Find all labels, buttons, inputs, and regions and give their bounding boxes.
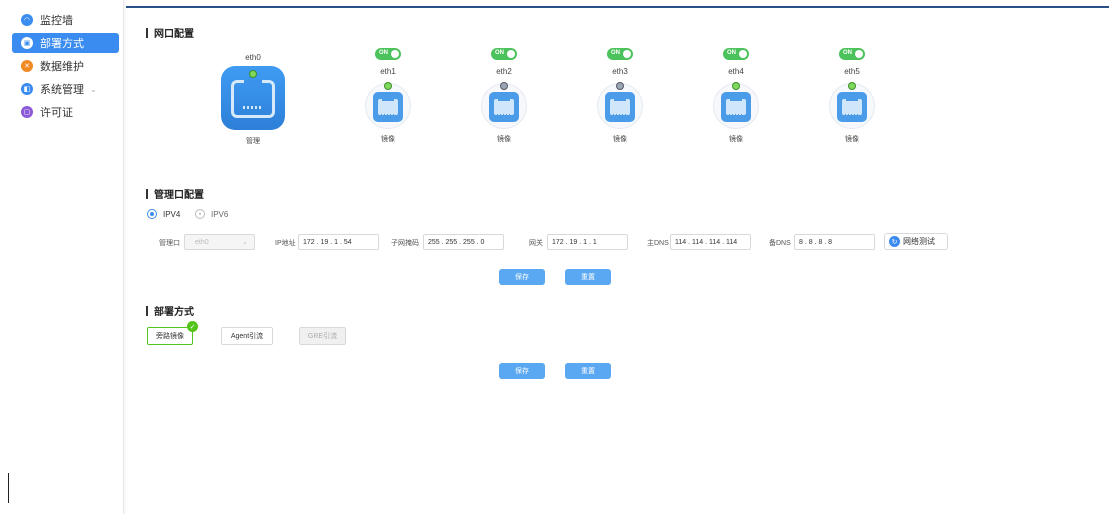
sidebar-item-label: 部署方式 <box>40 38 84 50</box>
deploy-save-button[interactable]: 保存 <box>499 363 545 379</box>
port-name-eth2: eth2 <box>496 67 512 76</box>
network-section-title: 网口配置 <box>146 25 194 40</box>
gateway-field-label: 网关 <box>529 240 543 247</box>
port-role-eth3: 镜像 <box>613 136 627 143</box>
license-icon: ▢ <box>21 106 33 118</box>
dns2-field-label: 备DNS <box>769 240 791 247</box>
port-role-eth1: 镜像 <box>381 136 395 143</box>
port-role-eth5: 镜像 <box>845 136 859 143</box>
mgmt-section-title: 管理口配置 <box>146 186 204 201</box>
sidebar-item-label: 数据维护 <box>40 61 84 73</box>
port-field-label: 管理口 <box>159 240 180 247</box>
mode-gre-button[interactable]: GRE引流 <box>299 327 346 345</box>
deploy-section-title: 部署方式 <box>146 303 194 318</box>
radio-ipv6[interactable]: IPV6 <box>195 209 228 219</box>
network-test-icon: ↻ <box>889 236 900 247</box>
text-cursor <box>8 473 9 503</box>
port-select[interactable]: eth0 ⌄ <box>184 234 255 250</box>
status-led-icon <box>848 82 856 90</box>
top-border <box>126 6 1109 8</box>
sidebar-item-data[interactable]: ✕ 数据维护 <box>12 56 119 76</box>
ethernet-port-icon <box>373 92 403 122</box>
ethernet-port-icon <box>489 92 519 122</box>
port-name-eth0: eth0 <box>245 53 261 62</box>
port-name-eth4: eth4 <box>728 67 744 76</box>
gateway-input[interactable]: 172 . 19 . 1 . 1 <box>547 234 628 250</box>
ethernet-port-icon <box>605 92 635 122</box>
deploy-reset-button[interactable]: 重置 <box>565 363 611 379</box>
chevron-down-icon: ⌄ <box>90 84 97 94</box>
port-name-eth3: eth3 <box>612 67 628 76</box>
toggle-eth1[interactable]: ON <box>375 48 401 60</box>
data-icon: ✕ <box>21 60 33 72</box>
mask-input[interactable]: 255 . 255 . 255 . 0 <box>423 234 504 250</box>
dns2-input[interactable]: 8 . 8 . 8 . 8 <box>794 234 875 250</box>
sidebar-item-deploy[interactable]: ▣ 部署方式 <box>12 33 119 53</box>
port-role-eth0: 管理 <box>246 138 260 145</box>
port-name-eth1: eth1 <box>380 67 396 76</box>
mgmt-reset-button[interactable]: 重置 <box>565 269 611 285</box>
status-led-icon <box>249 70 257 78</box>
toggle-eth3[interactable]: ON <box>607 48 633 60</box>
ip-field-label: IP地址 <box>275 240 296 247</box>
dns1-input[interactable]: 114 . 114 . 114 . 114 <box>670 234 751 250</box>
port-role-eth2: 镜像 <box>497 136 511 143</box>
mgmt-save-button[interactable]: 保存 <box>499 269 545 285</box>
toggle-eth4[interactable]: ON <box>723 48 749 60</box>
ethernet-port-icon <box>837 92 867 122</box>
status-led-icon <box>384 82 392 90</box>
status-led-icon <box>500 82 508 90</box>
ip-input[interactable]: 172 . 19 . 1 . 54 <box>298 234 379 250</box>
toggle-eth5[interactable]: ON <box>839 48 865 60</box>
ethernet-port-icon <box>721 92 751 122</box>
sidebar-item-system[interactable]: ◧ 系统管理 ⌄ <box>12 79 119 99</box>
mode-agent-button[interactable]: Agent引流 <box>221 327 273 345</box>
monitor-icon: ◠ <box>21 14 33 26</box>
network-test-button[interactable]: ↻ 网络测试 <box>884 233 948 250</box>
sidebar-item-monitor[interactable]: ◠ 监控墙 <box>12 10 119 30</box>
sidebar-item-label: 系统管理 <box>40 84 84 96</box>
port-name-eth5: eth5 <box>844 67 860 76</box>
sidebar-item-label: 监控墙 <box>40 15 73 27</box>
mode-mirror-button[interactable]: 旁路镜像 <box>147 327 193 345</box>
check-icon: ✓ <box>187 321 198 332</box>
mask-field-label: 子网掩码 <box>391 240 419 247</box>
deploy-icon: ▣ <box>21 37 33 49</box>
port-role-eth4: 镜像 <box>729 136 743 143</box>
sidebar-item-license[interactable]: ▢ 许可证 <box>12 102 119 122</box>
status-led-icon <box>732 82 740 90</box>
dns1-field-label: 主DNS <box>647 240 669 247</box>
system-icon: ◧ <box>21 83 33 95</box>
sidebar-item-label: 许可证 <box>40 107 73 119</box>
chevron-down-icon: ⌄ <box>242 239 248 246</box>
status-led-icon <box>616 82 624 90</box>
toggle-eth2[interactable]: ON <box>491 48 517 60</box>
radio-ipv4[interactable]: IPV4 <box>147 209 180 219</box>
sidebar: ◠ 监控墙 ▣ 部署方式 ✕ 数据维护 ◧ 系统管理 ⌄ ▢ 许可证 <box>0 0 124 514</box>
